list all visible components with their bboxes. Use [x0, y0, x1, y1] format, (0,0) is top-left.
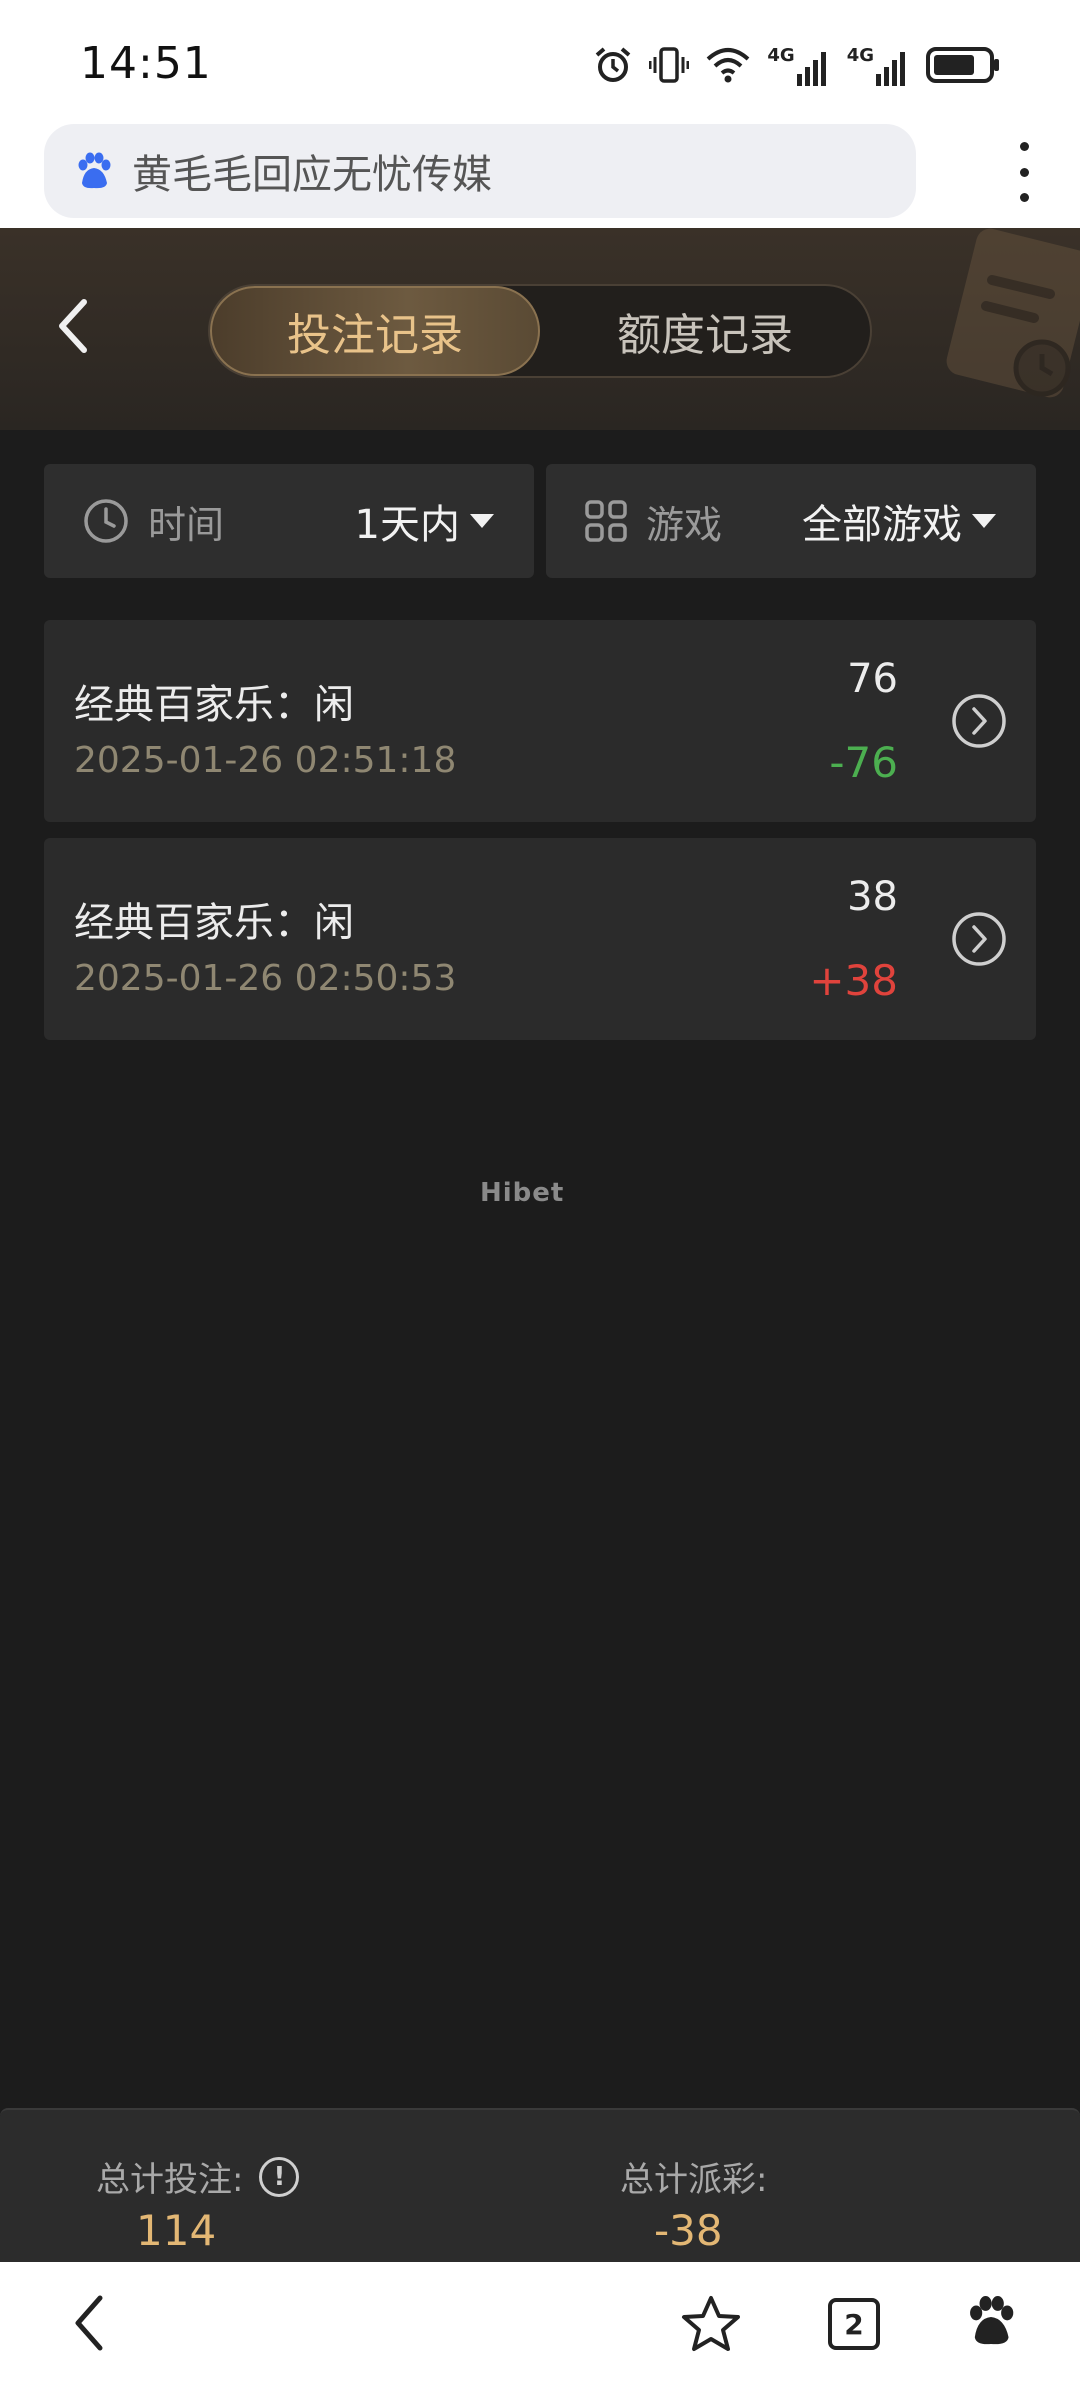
signal-bars-icon [876, 51, 905, 86]
network-type-2: 4G [846, 44, 874, 66]
record-time: 2025-01-26 02:51:18 [74, 740, 457, 781]
record-bet-amount: 76 [847, 656, 898, 702]
record-title: 经典百家乐：闲 [74, 682, 354, 728]
browser-menu-button[interactable] [1014, 142, 1034, 202]
game-filter[interactable]: 游戏 全部游戏 [546, 464, 1036, 578]
network-type-1: 4G [767, 44, 795, 66]
page-header: 投注记录 额度记录 [0, 228, 1080, 430]
document-clock-icon [946, 228, 1080, 398]
baidu-paw-icon[interactable] [964, 2292, 1018, 2350]
baidu-paw-icon [78, 152, 111, 189]
game-filter-value-text: 全部游戏 [802, 502, 962, 548]
summary-bar: 总计投注: ! 114 总计派彩: -38 [0, 2108, 1080, 2262]
menu-dot [1019, 193, 1029, 202]
game-filter-label: 游戏 [646, 502, 723, 547]
tab-bet-records[interactable]: 投注记录 [210, 286, 541, 376]
info-warning-icon[interactable]: ! [259, 2156, 300, 2197]
caret-down-icon [972, 514, 996, 528]
tabs-count-button[interactable]: 2 [828, 2298, 880, 2350]
menu-dot [1019, 167, 1029, 177]
status-bar: 14:51 4G 4G [0, 0, 1080, 120]
star-bookmark-icon[interactable] [680, 2294, 742, 2354]
time-filter-value[interactable]: 1天内 [355, 492, 494, 550]
status-time: 14:51 [80, 38, 212, 89]
wifi-icon [707, 48, 750, 83]
total-bet-label-group: 总计投注: ! [96, 2152, 300, 2201]
record-tabs: 投注记录 额度记录 [208, 284, 872, 378]
signal-bars-icon [796, 51, 826, 86]
back-arrow-icon[interactable] [52, 296, 92, 356]
total-bet-label: 总计投注: [96, 2160, 244, 2200]
total-payout-label: 总计派彩: [620, 2160, 768, 2200]
caret-down-icon [470, 514, 494, 528]
time-filter-value-text: 1天内 [354, 502, 460, 548]
bet-record-row[interactable]: 经典百家乐：闲 2025-01-26 02:51:18 76 -76 [44, 620, 1036, 822]
status-icons: 4G 4G [593, 40, 1002, 90]
tabs-count: 2 [844, 2307, 864, 2341]
vibrate-icon [649, 47, 690, 83]
alarm-icon [596, 47, 631, 82]
battery-icon [926, 47, 999, 83]
browser-address-bar: 黄毛毛回应无忧传媒 [0, 120, 1080, 228]
record-payout: -76 [829, 738, 898, 787]
time-filter[interactable]: 时间 1天内 [44, 464, 534, 578]
menu-dot [1019, 142, 1029, 151]
total-bet-value: 114 [136, 2206, 217, 2255]
game-filter-value[interactable]: 全部游戏 [802, 492, 996, 550]
record-payout: +38 [809, 956, 898, 1005]
browser-bottom-nav: 2 [0, 2262, 1080, 2388]
grid-icon [585, 500, 627, 542]
cellular-signal-1: 4G [767, 45, 830, 86]
bet-record-row[interactable]: 经典百家乐：闲 2025-01-26 02:50:53 38 +38 [44, 838, 1036, 1040]
browser-back-icon[interactable] [66, 2290, 110, 2356]
record-time: 2025-01-26 02:50:53 [74, 958, 457, 999]
cellular-signal-2: 4G [847, 45, 910, 86]
record-bet-amount: 38 [847, 874, 898, 920]
tab-credit-records[interactable]: 额度记录 [540, 286, 870, 376]
chevron-right-circle-icon[interactable] [950, 692, 1008, 750]
time-filter-label: 时间 [148, 502, 225, 547]
address-text: 黄毛毛回应无忧传媒 [132, 152, 492, 198]
watermark: Hibet [480, 1178, 565, 1208]
total-payout-value: -38 [654, 2206, 723, 2255]
clock-icon [84, 499, 128, 543]
record-title: 经典百家乐：闲 [74, 900, 354, 946]
chevron-right-circle-icon[interactable] [950, 910, 1008, 968]
address-field[interactable]: 黄毛毛回应无忧传媒 [44, 124, 916, 218]
